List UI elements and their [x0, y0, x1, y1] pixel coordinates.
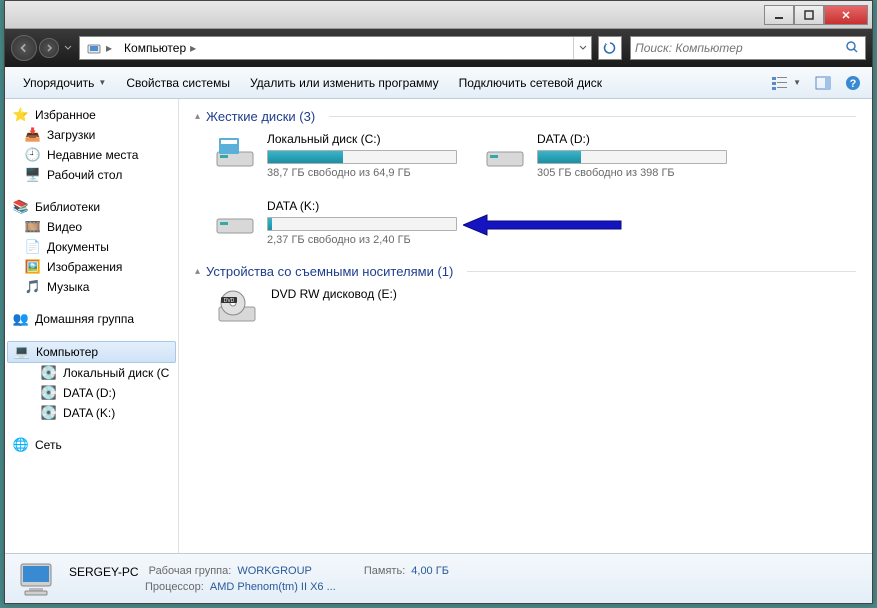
sidebar-computer[interactable]: 💻Компьютер: [7, 341, 176, 363]
sidebar-libraries[interactable]: 📚Библиотеки: [5, 197, 178, 217]
drive-icon: 💽: [41, 365, 57, 381]
drive-icon: 💽: [41, 405, 57, 421]
organize-menu[interactable]: Упорядочить▼: [13, 72, 116, 94]
category-header-hdd[interactable]: ▴ Жесткие диски (3): [195, 109, 856, 124]
sidebar-homegroup[interactable]: 👥Домашняя группа: [5, 309, 178, 329]
sidebar-item-documents[interactable]: 📄Документы: [5, 237, 178, 257]
desktop-icon: 🖥️: [25, 167, 41, 183]
back-button[interactable]: [11, 35, 37, 61]
drive-label: DVD RW дисковод (E:): [271, 287, 453, 301]
status-memory-label: Память:: [364, 565, 405, 579]
star-icon: ⭐: [13, 107, 29, 123]
sidebar: ⭐ Избранное 📥Загрузки 🕘Недавние места 🖥️…: [5, 99, 179, 553]
sidebar-item-video[interactable]: 🎞️Видео: [5, 217, 178, 237]
category-removable: ▴ Устройства со съемными носителями (1) …: [195, 264, 856, 327]
download-icon: 📥: [25, 127, 41, 143]
maximize-button[interactable]: [794, 5, 824, 25]
status-processor-label: Процессор:: [145, 581, 204, 593]
recent-icon: 🕘: [25, 147, 41, 163]
annotation-arrow-icon: [463, 213, 623, 237]
sidebar-item-desktop[interactable]: 🖥️Рабочий стол: [5, 165, 178, 185]
drive-d[interactable]: DATA (D:) 305 ГБ свободно из 398 ГБ: [483, 132, 723, 179]
drive-c[interactable]: Локальный диск (C:) 38,7 ГБ свободно из …: [213, 132, 453, 179]
storage-bar: [267, 150, 457, 164]
drive-dvd[interactable]: DVD DVD RW дисковод (E:): [213, 287, 453, 327]
breadcrumb-root-icon[interactable]: ▸: [80, 37, 118, 59]
collapse-icon: ▴: [195, 266, 200, 277]
sidebar-item-images[interactable]: 🖼️Изображения: [5, 257, 178, 277]
sidebar-favorites[interactable]: ⭐ Избранное: [5, 105, 178, 125]
drive-free-text: 2,37 ГБ свободно из 2,40 ГБ: [267, 234, 457, 246]
sidebar-item-drive-c[interactable]: 💽Локальный диск (C: [5, 363, 178, 383]
view-mode-button[interactable]: ▼: [768, 73, 804, 93]
close-button[interactable]: [824, 5, 868, 25]
system-properties-button[interactable]: Свойства системы: [116, 72, 240, 94]
status-memory: 4,00 ГБ: [411, 565, 449, 579]
toolbar: Упорядочить▼ Свойства системы Удалить ил…: [5, 67, 872, 99]
hdd-icon: [213, 132, 257, 172]
hdd-icon: [483, 132, 527, 172]
sidebar-network[interactable]: 🌐Сеть: [5, 435, 178, 455]
music-icon: 🎵: [25, 279, 41, 295]
titlebar: [5, 1, 872, 29]
uninstall-program-button[interactable]: Удалить или изменить программу: [240, 72, 449, 94]
drive-k[interactable]: DATA (K:) 2,37 ГБ свободно из 2,40 ГБ: [213, 199, 453, 246]
help-button[interactable]: ?: [842, 72, 864, 94]
homegroup-icon: 👥: [13, 311, 29, 327]
preview-pane-button[interactable]: [812, 72, 834, 94]
status-processor: AMD Phenom(tm) II X6 ...: [210, 581, 336, 593]
library-icon: 📚: [13, 199, 29, 215]
dvd-icon: DVD: [213, 287, 261, 327]
drive-icon: 💽: [41, 385, 57, 401]
map-network-drive-button[interactable]: Подключить сетевой диск: [449, 72, 612, 94]
computer-icon: 💻: [14, 344, 30, 360]
category-hard-drives: ▴ Жесткие диски (3) Локальный диск (C:) …: [195, 109, 856, 246]
storage-bar: [537, 150, 727, 164]
doc-icon: 📄: [25, 239, 41, 255]
network-icon: 🌐: [13, 437, 29, 453]
content-pane: ▴ Жесткие диски (3) Локальный диск (C:) …: [179, 99, 872, 553]
status-workgroup: WORKGROUP: [237, 565, 312, 579]
breadcrumb-dropdown[interactable]: [573, 37, 591, 59]
search-box[interactable]: [630, 36, 866, 60]
hdd-icon: [213, 199, 257, 239]
explorer-window: ▸ Компьютер ▸ Упорядочить▼ Свойства сист…: [4, 0, 873, 604]
sidebar-item-music[interactable]: 🎵Музыка: [5, 277, 178, 297]
navbar: ▸ Компьютер ▸: [5, 29, 872, 67]
forward-button[interactable]: [39, 38, 59, 58]
drive-label: Локальный диск (C:): [267, 132, 457, 146]
minimize-button[interactable]: [764, 5, 794, 25]
breadcrumb-label: Компьютер: [124, 41, 186, 55]
main-area: ⭐ Избранное 📥Загрузки 🕘Недавние места 🖥️…: [5, 99, 872, 553]
nav-history-dropdown[interactable]: [61, 38, 75, 58]
video-icon: 🎞️: [25, 219, 41, 235]
breadcrumb-item-computer[interactable]: Компьютер ▸: [118, 37, 202, 59]
breadcrumb[interactable]: ▸ Компьютер ▸: [79, 36, 592, 60]
statusbar: SERGEY-PC Рабочая группа: WORKGROUP Памя…: [5, 553, 872, 603]
refresh-button[interactable]: [598, 36, 622, 60]
sidebar-item-recent[interactable]: 🕘Недавние места: [5, 145, 178, 165]
status-computer-name: SERGEY-PC: [69, 565, 139, 579]
search-icon[interactable]: [845, 40, 861, 56]
drive-free-text: 38,7 ГБ свободно из 64,9 ГБ: [267, 167, 457, 179]
drive-label: DATA (K:): [267, 199, 457, 213]
collapse-icon: ▴: [195, 111, 200, 122]
drive-label: DATA (D:): [537, 132, 727, 146]
drive-free-text: 305 ГБ свободно из 398 ГБ: [537, 167, 727, 179]
status-workgroup-label: Рабочая группа:: [149, 565, 232, 579]
storage-bar: [267, 217, 457, 231]
image-icon: 🖼️: [25, 259, 41, 275]
sidebar-item-downloads[interactable]: 📥Загрузки: [5, 125, 178, 145]
svg-text:?: ?: [850, 78, 857, 90]
svg-text:DVD: DVD: [224, 298, 235, 304]
sidebar-item-drive-d[interactable]: 💽DATA (D:): [5, 383, 178, 403]
search-input[interactable]: [635, 41, 845, 55]
sidebar-item-drive-k[interactable]: 💽DATA (K:): [5, 403, 178, 423]
category-header-removable[interactable]: ▴ Устройства со съемными носителями (1): [195, 264, 856, 279]
computer-large-icon: [15, 560, 57, 598]
